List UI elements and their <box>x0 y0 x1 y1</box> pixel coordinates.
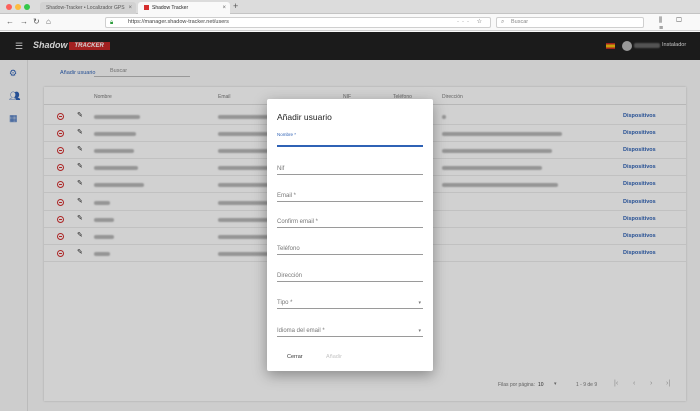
email-language-select[interactable]: Idioma del email * ▾ <box>277 323 423 337</box>
browser-navbar: ← → ↻ ⌂ 🔒︎ https://manager.shadow-tracke… <box>0 14 700 32</box>
lock-icon: 🔒︎ <box>110 20 114 26</box>
library-menu-icon[interactable]: ⫼ ▢ ≡ <box>659 17 700 32</box>
dialog-title: Añadir usuario <box>277 112 332 122</box>
browser-tabbar: Shadow-Tracker • Localizador GPS × Shado… <box>0 0 700 14</box>
home-icon[interactable]: ⌂ <box>46 17 51 27</box>
close-tab-icon[interactable]: × <box>222 2 226 14</box>
confirm-email-field-label: Confirm email * <box>277 219 319 225</box>
email-field-label: Email * <box>277 193 297 199</box>
chevron-down-icon: ▾ <box>418 300 421 306</box>
type-select-label: Tipo * <box>277 300 293 306</box>
add-button[interactable]: Añadir <box>326 354 342 360</box>
nif-field-label: Nif <box>277 166 285 172</box>
page-actions-icon[interactable]: ··· ☆ <box>457 18 485 27</box>
name-field-label: Nombre * <box>277 132 297 137</box>
address-field-label: Dirección <box>277 273 303 279</box>
add-user-dialog: Añadir usuario Nombre * Nif Email * Conf… <box>267 99 433 371</box>
address-field[interactable]: Dirección <box>277 268 423 282</box>
browser-tab-shadow-tracker[interactable]: Shadow Tracker × <box>138 2 230 14</box>
browser-tab-localizador[interactable]: Shadow-Tracker • Localizador GPS × <box>40 2 136 14</box>
close-button[interactable]: Cerrar <box>287 354 303 360</box>
close-tab-icon[interactable]: × <box>128 2 132 14</box>
maximize-window-icon[interactable] <box>24 4 30 10</box>
chevron-down-icon: ▾ <box>418 328 421 334</box>
forward-icon[interactable]: → <box>20 17 28 27</box>
favicon-icon <box>144 5 149 10</box>
nif-field[interactable]: Nif <box>277 161 423 175</box>
confirm-email-field[interactable]: Confirm email * <box>277 214 423 228</box>
email-field[interactable]: Email * <box>277 188 423 202</box>
minimize-window-icon[interactable] <box>15 4 21 10</box>
url-text: https://manager.shadow-tracker.net/users <box>128 19 229 25</box>
reload-icon[interactable]: ↻ <box>33 17 40 27</box>
search-icon: ⌕ <box>501 19 505 25</box>
phone-field-label: Teléfono <box>277 246 300 252</box>
tab-label: Shadow-Tracker • Localizador GPS <box>46 5 125 11</box>
phone-field[interactable]: Teléfono <box>277 241 423 255</box>
browser-search-placeholder: Buscar <box>511 19 529 25</box>
browser-search-input[interactable]: ⌕ Buscar <box>496 17 644 28</box>
type-select[interactable]: Tipo * ▾ <box>277 295 423 309</box>
url-bar[interactable]: 🔒︎ https://manager.shadow-tracker.net/us… <box>105 17 491 28</box>
email-language-select-label: Idioma del email * <box>277 328 325 334</box>
name-field[interactable]: Nombre * <box>277 132 423 147</box>
close-window-icon[interactable] <box>6 4 12 10</box>
tab-label: Shadow Tracker <box>152 5 189 11</box>
new-tab-icon[interactable]: + <box>233 1 238 11</box>
back-icon[interactable]: ← <box>6 17 14 27</box>
